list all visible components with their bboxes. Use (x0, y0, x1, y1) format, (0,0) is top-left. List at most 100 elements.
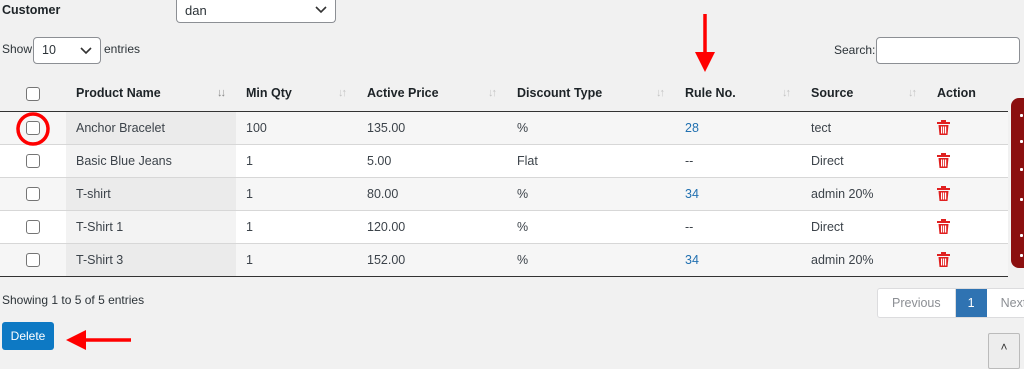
discount-type-cell: % (507, 242, 675, 277)
source-cell: admin 20% (801, 242, 927, 277)
trash-icon[interactable] (937, 252, 950, 268)
product-name-cell: T-shirt (66, 176, 236, 210)
trash-icon[interactable] (937, 120, 950, 136)
rule-link[interactable]: 34 (685, 187, 699, 201)
column-header[interactable]: Rule No. ↓↑ (675, 76, 801, 112)
show-label: Show (2, 42, 33, 56)
trash-icon[interactable] (937, 186, 950, 202)
tab-dot (1020, 254, 1023, 257)
min-qty-cell: 1 (236, 143, 357, 177)
row-checkbox[interactable] (26, 120, 40, 135)
pagination: Previous 1 Next (877, 288, 1024, 318)
rule-link[interactable]: 34 (685, 253, 699, 267)
column-header[interactable]: Product Name ↓↓ (66, 76, 236, 112)
column-header-label: Min Qty (246, 86, 292, 101)
min-qty-cell: 1 (236, 242, 357, 277)
min-qty-cell: 1 (236, 176, 357, 210)
annotation-arrow-left-icon (66, 330, 131, 350)
column-header-label: Active Price (367, 86, 439, 101)
tab-dot (1020, 198, 1023, 201)
active-price-cell: 120.00 (357, 209, 507, 243)
row-select-cell (0, 110, 66, 144)
min-qty-cell: 1 (236, 209, 357, 243)
table-row: Basic Blue Jeans 1 5.00 Flat -- Direct (0, 143, 1008, 177)
row-select-cell (0, 176, 66, 210)
page-length-value: 10 (42, 43, 56, 57)
discount-type-cell: % (507, 209, 675, 243)
customer-select[interactable]: dan (176, 0, 336, 23)
row-checkbox[interactable] (26, 252, 40, 267)
previous-page-button[interactable]: Previous (878, 289, 956, 317)
rule-no-cell: 34 (675, 242, 801, 277)
select-all-cell (0, 76, 66, 112)
sort-icon: ↓↑ (782, 87, 791, 99)
column-header[interactable]: Active Price ↓↑ (357, 76, 507, 112)
tab-dot (1020, 168, 1023, 171)
rule-no-cell: 34 (675, 176, 801, 210)
search-label: Search: (834, 43, 876, 57)
page-length-select[interactable]: 10 (33, 37, 101, 64)
discount-type-cell: % (507, 176, 675, 210)
rule-no-cell: -- (675, 209, 801, 243)
discount-type-cell: % (507, 110, 675, 144)
row-select-cell (0, 242, 66, 277)
active-price-cell: 152.00 (357, 242, 507, 277)
product-name-cell: T-Shirt 1 (66, 209, 236, 243)
trash-icon[interactable] (937, 153, 950, 169)
source-cell: admin 20% (801, 176, 927, 210)
source-cell: Direct (801, 209, 927, 243)
sort-icon: ↓↓ (217, 87, 226, 99)
table-row: T-Shirt 3 1 152.00 % 34 admin 20% (0, 242, 1008, 277)
row-checkbox[interactable] (26, 219, 40, 234)
entries-label: entries (104, 42, 141, 56)
rule-no-cell: -- (675, 143, 801, 177)
table-row: T-Shirt 1 1 120.00 % -- Direct (0, 209, 1008, 243)
action-cell (927, 242, 1008, 277)
sort-icon: ↓↑ (488, 87, 497, 99)
column-header-label: Discount Type (517, 86, 603, 101)
source-cell: Direct (801, 143, 927, 177)
min-qty-cell: 100 (236, 110, 357, 144)
customer-select-value: dan (185, 3, 207, 18)
row-select-cell (0, 209, 66, 243)
next-page-button[interactable]: Next (987, 289, 1024, 317)
chevron-down-icon (80, 47, 92, 55)
product-name-cell: T-Shirt 3 (66, 242, 236, 277)
rule-link[interactable]: 28 (685, 121, 699, 135)
column-header-label: Product Name (76, 86, 161, 101)
column-header-label: Rule No. (685, 86, 736, 101)
table-info: Showing 1 to 5 of 5 entries (2, 293, 145, 307)
select-all-checkbox[interactable] (26, 86, 40, 101)
annotation-arrow-down-icon (695, 14, 715, 72)
column-header[interactable]: Source ↓↑ (801, 76, 927, 112)
active-price-cell: 5.00 (357, 143, 507, 177)
active-price-cell: 80.00 (357, 176, 507, 210)
scroll-to-top-button[interactable]: ˄ (988, 333, 1020, 369)
sort-icon: ↓↑ (656, 87, 665, 99)
tab-dot (1020, 234, 1023, 237)
column-header-label: Source (811, 86, 854, 101)
row-checkbox[interactable] (26, 153, 40, 168)
action-cell (927, 176, 1008, 210)
column-header-label: Action (937, 86, 976, 101)
action-cell (927, 209, 1008, 243)
column-header[interactable]: Discount Type ↓↑ (507, 76, 675, 112)
column-header[interactable]: Min Qty ↓↑ (236, 76, 357, 112)
delete-button[interactable]: Delete (2, 322, 54, 350)
page-1-button[interactable]: 1 (955, 289, 987, 317)
pricing-table: Product Name ↓↓ Min Qty ↓↑ Active Price ↓↑ … (0, 76, 1008, 277)
trash-icon[interactable] (937, 219, 950, 235)
table-row: Anchor Bracelet 100 135.00 % 28 tect (0, 110, 1008, 144)
table-header-row: Product Name ↓↓ Min Qty ↓↑ Active Price ↓↑ … (0, 76, 1008, 112)
action-cell (927, 143, 1008, 177)
column-header: Action (927, 76, 1008, 112)
search-input[interactable] (876, 37, 1020, 64)
row-checkbox[interactable] (26, 186, 40, 201)
active-price-cell: 135.00 (357, 110, 507, 144)
chevron-down-icon (315, 6, 327, 14)
side-feedback-tab[interactable] (1011, 98, 1024, 268)
tab-dot (1020, 114, 1023, 117)
table-row: T-shirt 1 80.00 % 34 admin 20% (0, 176, 1008, 210)
product-name-cell: Basic Blue Jeans (66, 143, 236, 177)
sort-icon: ↓↑ (338, 87, 347, 99)
